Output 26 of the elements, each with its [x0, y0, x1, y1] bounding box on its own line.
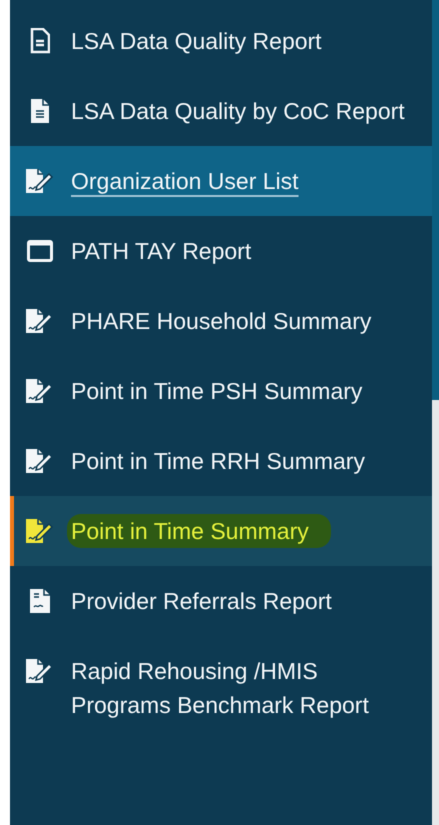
- item-label: Point in Time Summary: [67, 514, 331, 548]
- item-label: PHARE Household Summary: [71, 307, 372, 336]
- sidebar-item[interactable]: Point in Time Summary: [10, 496, 432, 566]
- signature-icon: [25, 167, 55, 195]
- item-label: LSA Data Quality by CoC Report: [71, 97, 405, 126]
- sidebar-item[interactable]: LSA Data Quality Report: [10, 6, 432, 76]
- sidebar-item[interactable]: Point in Time PSH Summary: [10, 356, 432, 426]
- sidebar-item[interactable]: Organization User List: [10, 146, 432, 216]
- window-icon: [27, 240, 53, 262]
- sidebar-item[interactable]: PHARE Household Summary: [10, 286, 432, 356]
- sidebar-item[interactable]: Provider Referrals Report: [10, 566, 432, 636]
- sidebar-item[interactable]: Rapid Rehousing /HMIS Programs Benchmark Report: [10, 636, 432, 740]
- item-label: LSA Data Quality Report: [71, 27, 322, 56]
- item-label: Provider Referrals Report: [71, 587, 332, 616]
- sidebar-item[interactable]: Point in Time RRH Summary: [10, 426, 432, 496]
- item-label: Organization User List: [71, 167, 299, 196]
- item-label: Point in Time PSH Summary: [71, 377, 362, 406]
- document-icon: [30, 28, 50, 54]
- sidebar-item[interactable]: PATH TAY Report: [10, 216, 432, 286]
- item-label: Rapid Rehousing /HMIS Programs Benchmark Report: [71, 657, 370, 720]
- item-label: Point in Time RRH Summary: [71, 447, 365, 476]
- item-label: PATH TAY Report: [71, 237, 252, 266]
- document-icon: [30, 98, 50, 124]
- signature-icon: [25, 517, 55, 545]
- sidebar-item[interactable]: LSA Data Quality by CoC Report: [10, 76, 432, 146]
- document-icon: [29, 588, 51, 614]
